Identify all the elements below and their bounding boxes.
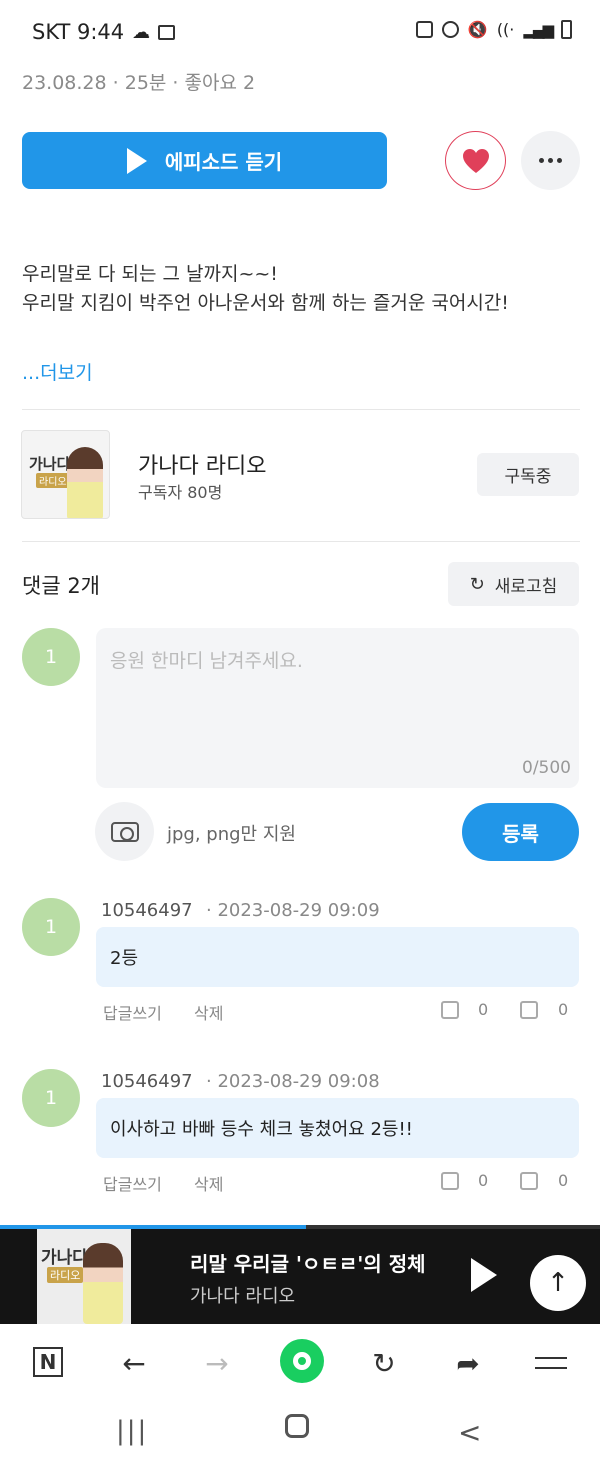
camera-icon <box>110 821 139 842</box>
green-dot-icon <box>293 1352 311 1370</box>
recycle-icon <box>415 21 433 38</box>
like-button[interactable] <box>445 131 506 190</box>
recent-apps-button[interactable]: ||| <box>116 1416 148 1446</box>
listen-label: 에피소드 듣기 <box>164 150 283 174</box>
play-icon <box>126 147 147 174</box>
comment-text: 이사하고 바빠 등수 체크 놓쳤어요 2등!! <box>110 1119 413 1140</box>
mini-player-channel: 가나다 라디오 <box>190 1286 296 1307</box>
dislike-count: 0 <box>558 1171 569 1190</box>
thumb-title: 가나다 <box>29 455 71 473</box>
reply-button[interactable]: 답글쓰기 <box>103 1000 162 1024</box>
menu-icon <box>535 1357 567 1369</box>
host-photo <box>83 1243 123 1324</box>
heart-icon <box>462 148 489 173</box>
like-thumb-icon[interactable] <box>441 1172 459 1190</box>
more-dot-icon <box>557 158 562 163</box>
like-thumb-icon[interactable] <box>441 1001 459 1019</box>
status-left: SKT 9:44 ☁ <box>32 20 176 44</box>
more-dot-icon <box>539 158 544 163</box>
episode-meta: 23.08.28 · 25분 · 좋아요 2 <box>22 72 256 94</box>
battery-icon <box>561 20 572 39</box>
reload-button[interactable]: ↻ <box>364 1343 404 1383</box>
channel-subscribers: 구독자 80명 <box>138 483 223 502</box>
image-icon <box>158 24 176 40</box>
attach-image-button[interactable] <box>95 802 154 861</box>
refresh-label: 새로고침 <box>494 576 558 597</box>
reply-button[interactable]: 답글쓰기 <box>103 1171 162 1195</box>
forward-button[interactable]: → <box>197 1343 237 1383</box>
home-button[interactable] <box>285 1414 309 1438</box>
system-back-button[interactable]: < <box>458 1416 481 1449</box>
episode-description: 우리말로 다 되는 그 날까지~~! 우리말 지킴이 박주언 아나운서와 함께 … <box>22 263 509 314</box>
thumb-subtitle: 라디오 <box>36 473 70 488</box>
comment-input[interactable] <box>96 628 579 788</box>
comment-bubble: 이사하고 바빠 등수 체크 놓쳤어요 2등!! <box>96 1098 579 1158</box>
alarm-icon <box>441 21 459 38</box>
wifi-icon: ((· <box>496 20 515 39</box>
channel-name[interactable]: 가나다 라디오 <box>138 448 266 480</box>
listen-episode-button[interactable]: 에피소드 듣기 <box>22 132 387 189</box>
cloud-icon: ☁ <box>132 21 151 43</box>
delete-button[interactable]: 삭제 <box>194 1171 223 1195</box>
comment-bubble: 2등 <box>96 927 579 987</box>
comment-author: 10546497 <box>101 900 193 921</box>
mini-player-title[interactable]: 리말 우리글 'ㅇㅌㄹ'의 정체 <box>190 1248 430 1277</box>
menu-button[interactable] <box>531 1343 571 1383</box>
more-dot-icon <box>548 158 553 163</box>
delete-button[interactable]: 삭제 <box>194 1000 223 1024</box>
signal-icon: ▂▄▆ <box>523 20 554 39</box>
divider <box>22 541 580 542</box>
avatar: 1 <box>22 1069 80 1127</box>
naver-home-button[interactable]: N <box>33 1347 63 1377</box>
image-hint: jpg, png만 지원 <box>167 824 296 845</box>
more-link[interactable]: ...더보기 <box>22 358 93 385</box>
divider <box>22 409 580 410</box>
comments-title: 댓글 2개 <box>22 574 100 598</box>
green-dot-button[interactable] <box>280 1339 324 1383</box>
avatar: 1 <box>22 628 80 686</box>
like-count: 0 <box>478 1000 489 1019</box>
mute-icon: 🔇 <box>467 20 488 39</box>
comment-text: 2등 <box>110 948 139 969</box>
mini-player-thumbnail[interactable]: 가나다 라디오 <box>37 1229 131 1324</box>
comment-date: · 2023-08-29 09:09 <box>206 900 380 921</box>
host-photo <box>67 447 103 518</box>
refresh-icon: ↻ <box>469 573 485 595</box>
more-options-button[interactable] <box>521 131 580 190</box>
status-right: 🔇 ((· ▂▄▆ <box>415 20 572 39</box>
submit-comment-button[interactable]: 등록 <box>462 803 579 861</box>
scroll-to-top-button[interactable]: ↑ <box>530 1255 586 1311</box>
refresh-button[interactable]: ↻ 새로고침 <box>448 562 579 606</box>
play-button[interactable] <box>471 1258 497 1292</box>
dislike-thumb-icon[interactable] <box>520 1001 538 1019</box>
avatar: 1 <box>22 898 80 956</box>
comment-date: · 2023-08-29 09:08 <box>206 1071 380 1092</box>
channel-thumbnail[interactable]: 가나다 라디오 <box>21 430 110 519</box>
carrier-time: SKT 9:44 <box>32 20 125 44</box>
dislike-count: 0 <box>558 1000 569 1019</box>
thumb-title: 가나다 <box>41 1248 88 1268</box>
arrow-up-icon: ↑ <box>547 1268 569 1298</box>
back-button[interactable]: ← <box>114 1343 154 1383</box>
thumb-subtitle: 라디오 <box>47 1267 84 1283</box>
subscribe-button[interactable]: 구독중 <box>477 453 579 496</box>
share-button[interactable]: ➦ <box>448 1343 488 1383</box>
char-count: 0/500 <box>522 758 571 778</box>
comment-author: 10546497 <box>101 1071 193 1092</box>
like-count: 0 <box>478 1171 489 1190</box>
dislike-thumb-icon[interactable] <box>520 1172 538 1190</box>
